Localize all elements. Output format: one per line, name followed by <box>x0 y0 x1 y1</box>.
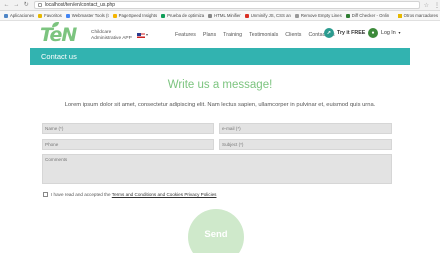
browser-menu-icon[interactable]: ⋮ <box>434 2 440 9</box>
favicon-icon <box>294 13 299 18</box>
page-banner: Contact us <box>30 48 410 65</box>
url-text: localhost/ten/en/contact_us.php <box>44 2 116 8</box>
email-field[interactable]: e-mail (*) <box>219 123 392 134</box>
chevron-down-icon[interactable]: ▾ <box>146 32 148 37</box>
favicon-icon <box>244 13 249 18</box>
site-header: TeN Childcare Administrative APP ▾ Featu… <box>0 21 440 48</box>
bookmark-item[interactable]: Webmaster Tools (t <box>65 13 109 18</box>
bookmark-item[interactable]: Favoritos <box>38 13 62 18</box>
send-button[interactable]: Send <box>188 209 244 253</box>
bookmark-item[interactable]: Unminify JS, CSS an <box>244 13 291 18</box>
other-bookmarks[interactable]: Otros marcadores <box>397 13 438 18</box>
us-flag-icon[interactable] <box>137 33 145 38</box>
terms-checkbox[interactable] <box>43 192 48 197</box>
chevron-down-icon: ▼ <box>397 31 402 35</box>
bookmark-star-icon[interactable]: ☆ <box>424 2 429 9</box>
consent-text: I have read and accepted the <box>51 192 111 197</box>
apps-icon <box>4 13 8 18</box>
bookmarks-bar: Aplicaciones Favoritos Webmaster Tools (… <box>0 11 440 21</box>
terms-link[interactable]: Terms and Conditions and Cookies Privacy… <box>112 192 217 197</box>
bookmark-item[interactable]: HTML Minifier <box>208 13 241 18</box>
bookmark-item[interactable]: Prueba de optimiza <box>161 13 204 18</box>
send-label: Send <box>204 229 228 240</box>
comments-field[interactable]: Comments <box>42 154 392 184</box>
favicon-icon <box>345 13 350 18</box>
bookmark-item[interactable]: Diff Checker - Onlin <box>345 13 389 18</box>
bookmark-item[interactable]: Remove Empty Lines <box>294 13 342 18</box>
nav-features[interactable]: Features <box>175 32 196 38</box>
name-field[interactable]: Name (*) <box>42 123 214 134</box>
reload-icon[interactable]: ↻ <box>23 2 30 9</box>
tagline: Childcare Administrative APP <box>91 30 132 41</box>
try-free-button[interactable]: ➚ Try it FREE <box>324 28 365 38</box>
rocket-icon: ➚ <box>324 28 334 38</box>
phone-field[interactable]: Phone <box>42 139 214 150</box>
folder-icon <box>38 13 43 18</box>
page-info-icon <box>37 3 42 7</box>
form-title: Write us a message! <box>167 79 273 91</box>
user-icon: ● <box>368 28 378 38</box>
main-nav: Features Plans Training Testimonials Cli… <box>175 32 342 38</box>
nav-clients[interactable]: Clients <box>285 32 301 38</box>
bookmark-item[interactable]: Aplicaciones <box>4 13 34 18</box>
form-intro: Lorem ipsum dolor sit amet, consectetur … <box>64 102 376 108</box>
favicon-icon <box>65 13 70 18</box>
bookmark-item[interactable]: PageSpeed Insights <box>112 13 157 18</box>
favicon-icon <box>208 13 213 18</box>
url-input[interactable]: localhost/ten/en/contact_us.php <box>33 1 420 9</box>
browser-address-bar: ← → ↻ localhost/ten/en/contact_us.php ☆ … <box>0 0 440 11</box>
nav-training[interactable]: Training <box>223 32 242 38</box>
favicon-icon <box>112 13 117 18</box>
login-button[interactable]: ● Log In ▼ <box>368 28 401 38</box>
favicon-icon <box>161 13 166 18</box>
forward-icon[interactable]: → <box>13 2 20 9</box>
back-icon[interactable]: ← <box>3 2 10 9</box>
subject-field[interactable]: Subject (*) <box>219 139 392 150</box>
nav-plans[interactable]: Plans <box>203 32 216 38</box>
terms-consent: I have read and accepted the Terms and C… <box>43 192 216 197</box>
page-title: Contact us <box>41 52 77 61</box>
folder-icon <box>397 13 402 18</box>
nav-testimonials[interactable]: Testimonials <box>249 32 278 38</box>
logo[interactable]: TeN <box>40 24 77 46</box>
